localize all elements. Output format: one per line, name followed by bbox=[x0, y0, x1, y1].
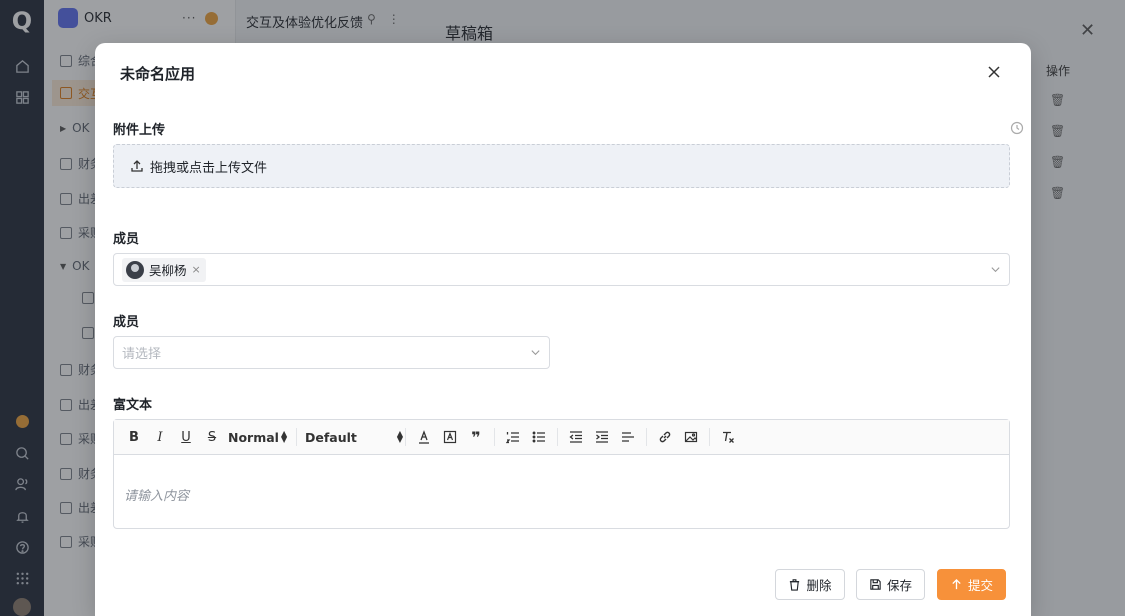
member-avatar bbox=[126, 260, 144, 279]
rich-text-label: 富文本 bbox=[113, 398, 153, 413]
background-color-icon[interactable] bbox=[440, 427, 460, 447]
history-icon[interactable] bbox=[1010, 121, 1024, 135]
italic-icon[interactable]: I bbox=[150, 427, 170, 447]
toolbar-divider bbox=[405, 428, 406, 446]
member-name: 吴柳杨 bbox=[149, 263, 187, 278]
save-icon bbox=[870, 579, 881, 590]
members-select[interactable]: 吴柳杨 × bbox=[113, 253, 1010, 286]
members-label: 成员 bbox=[113, 232, 140, 247]
format-select-value: Normal bbox=[228, 429, 279, 445]
format-select[interactable]: Normal ▲ ▼ bbox=[228, 430, 294, 445]
rich-text-editor: B I U S Normal ▲ ▼ Default ▲ ▼ ❞ 请输入内容 bbox=[113, 419, 1010, 529]
upload-dropzone[interactable]: 拖拽或点击上传文件 bbox=[113, 144, 1010, 188]
text-color-icon[interactable] bbox=[414, 427, 434, 447]
upload-prompt: 拖拽或点击上传文件 bbox=[150, 160, 268, 176]
sort-arrows-icon: ▲ ▼ bbox=[396, 429, 403, 444]
ordered-list-icon[interactable] bbox=[503, 427, 523, 447]
upload-icon bbox=[130, 159, 144, 173]
member-tag: 吴柳杨 × bbox=[122, 257, 206, 282]
clear-format-icon[interactable] bbox=[718, 427, 738, 447]
align-icon[interactable] bbox=[618, 427, 638, 447]
submit-button-label: 提交 bbox=[967, 578, 993, 593]
font-select-value: Default bbox=[305, 429, 357, 445]
remove-tag-icon[interactable]: × bbox=[192, 263, 201, 276]
save-button[interactable]: 保存 bbox=[856, 569, 925, 600]
arrow-up-icon bbox=[952, 578, 961, 590]
toolbar-divider bbox=[709, 428, 710, 446]
delete-button[interactable]: 删除 bbox=[775, 569, 845, 600]
delete-button-label: 删除 bbox=[806, 578, 832, 593]
indent-icon[interactable] bbox=[592, 427, 612, 447]
upload-label: 附件上传 bbox=[113, 123, 166, 138]
editor-toolbar: B I U S Normal ▲ ▼ Default ▲ ▼ ❞ bbox=[114, 420, 1009, 455]
bullet-list-icon[interactable] bbox=[529, 427, 549, 447]
bold-icon[interactable]: B bbox=[124, 427, 144, 447]
members-label-2: 成员 bbox=[113, 315, 140, 330]
editor-content[interactable]: 请输入内容 bbox=[114, 455, 1009, 534]
modal-title: 未命名应用 bbox=[120, 65, 196, 83]
chevron-down-icon bbox=[530, 347, 541, 358]
sort-arrows-icon: ▲ ▼ bbox=[280, 429, 288, 444]
font-select[interactable]: Default ▲ ▼ bbox=[305, 430, 403, 445]
editor-placeholder: 请输入内容 bbox=[124, 489, 190, 504]
form-modal: 未命名应用 附件上传 拖拽或点击上传文件 成员 吴柳杨 × 成员 请选择 富文本… bbox=[95, 43, 1031, 616]
toolbar-divider bbox=[296, 428, 297, 446]
select-placeholder: 请选择 bbox=[122, 347, 162, 362]
trash-icon bbox=[790, 579, 800, 591]
close-icon[interactable] bbox=[985, 63, 1003, 81]
toolbar-divider bbox=[557, 428, 558, 446]
save-button-label: 保存 bbox=[886, 578, 912, 593]
link-icon[interactable] bbox=[655, 427, 675, 447]
toolbar-divider bbox=[494, 428, 495, 446]
chevron-down-icon bbox=[990, 264, 1001, 275]
image-icon[interactable] bbox=[681, 427, 701, 447]
toolbar-divider bbox=[646, 428, 647, 446]
strikethrough-icon[interactable]: S bbox=[202, 427, 222, 447]
submit-button[interactable]: 提交 bbox=[937, 569, 1006, 600]
members-select-2[interactable]: 请选择 bbox=[113, 336, 550, 369]
underline-icon[interactable]: U bbox=[176, 427, 196, 447]
outdent-icon[interactable] bbox=[566, 427, 586, 447]
blockquote-icon[interactable]: ❞ bbox=[466, 427, 486, 447]
